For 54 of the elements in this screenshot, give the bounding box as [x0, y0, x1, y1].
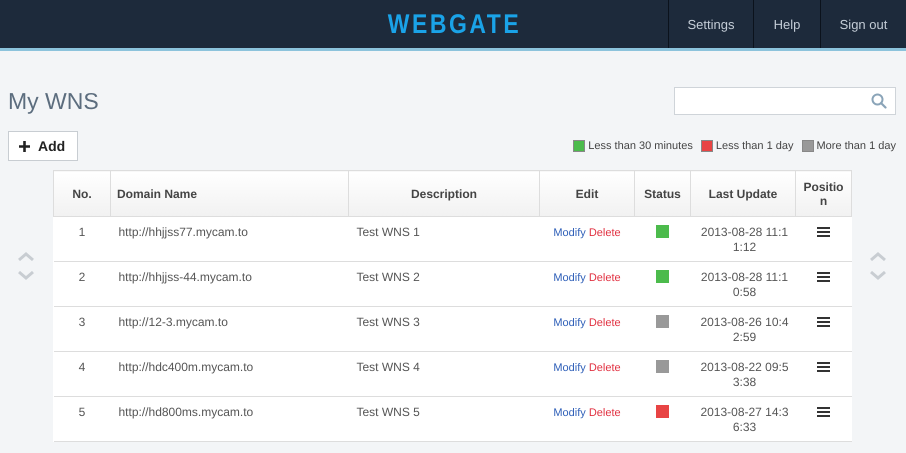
column-header: Status [634, 170, 690, 216]
table-cell: http://hhjjss-44.mycam.to [110, 262, 348, 306]
column-header: Edit [540, 170, 634, 216]
legend-label: More than 1 day [816, 140, 896, 152]
search-icon [871, 93, 887, 109]
column-header: Position [796, 170, 852, 216]
table-cell: 1 [54, 216, 110, 262]
search-field[interactable] [674, 87, 896, 115]
add-button[interactable]: Add [8, 131, 78, 161]
table-cell: Test WNS 5 [348, 396, 540, 442]
modify-link[interactable]: Modify [553, 227, 586, 239]
table-cell-text: 2013-08-28 11:10:58 [700, 270, 790, 300]
menu-icon[interactable] [817, 362, 830, 372]
table-cell: http://12-3.mycam.to [110, 306, 348, 352]
modify-link[interactable]: Modify [553, 317, 586, 329]
column-header: Domain Name [110, 170, 348, 216]
menu-icon[interactable] [817, 407, 830, 417]
delete-link[interactable]: Delete [588, 407, 621, 419]
nav-link[interactable]: Sign out [820, 0, 906, 48]
table-cell: Test WNS 3 [348, 306, 540, 352]
legend-label: Less than 30 minutes [588, 140, 693, 152]
table-cell: http://hhjjss77.mycam.to [110, 216, 348, 262]
delete-link[interactable]: Delete [588, 227, 621, 239]
modify-link[interactable]: Modify [553, 272, 586, 284]
nav-link[interactable]: Help [753, 0, 820, 48]
table-cell: 4 [54, 352, 110, 396]
table-cell: 5 [54, 396, 110, 442]
column-header: Description [348, 170, 540, 216]
table-cell: Test WNS 4 [348, 352, 540, 396]
delete-link[interactable]: Delete [588, 272, 621, 284]
nav-link[interactable]: Settings [668, 0, 753, 48]
table-cell-text: 2013-08-22 09:53:38 [699, 360, 790, 390]
modify-link[interactable]: Modify [553, 407, 586, 419]
menu-icon[interactable] [817, 317, 830, 327]
delete-link[interactable]: Delete [588, 317, 621, 329]
table-cell-text: 2013-08-26 10:42:59 [699, 315, 790, 345]
modify-link[interactable]: Modify [553, 362, 586, 374]
table-cell: 2 [54, 262, 110, 306]
delete-link[interactable]: Delete [588, 362, 621, 374]
legend-label: Less than 1 day [716, 140, 794, 152]
column-header: Last Update [690, 170, 796, 216]
page-title: My WNS [8, 88, 99, 114]
table-cell: http://hdc400m.mycam.to [110, 352, 348, 396]
table-cell: Test WNS 2 [348, 262, 540, 306]
table-cell-text: 2013-08-28 11:11:12 [700, 225, 790, 255]
table-cell: Test WNS 1 [348, 216, 540, 262]
table-cell: http://hd800ms.mycam.to [110, 396, 348, 442]
table-cell-text: 2013-08-27 14:36:33 [699, 405, 790, 435]
logo: WEBGATE [387, 8, 521, 40]
menu-icon[interactable] [817, 272, 830, 282]
column-header: No. [54, 170, 110, 216]
table-cell: 3 [54, 306, 110, 352]
plus-icon [19, 140, 30, 152]
menu-icon[interactable] [817, 227, 830, 237]
